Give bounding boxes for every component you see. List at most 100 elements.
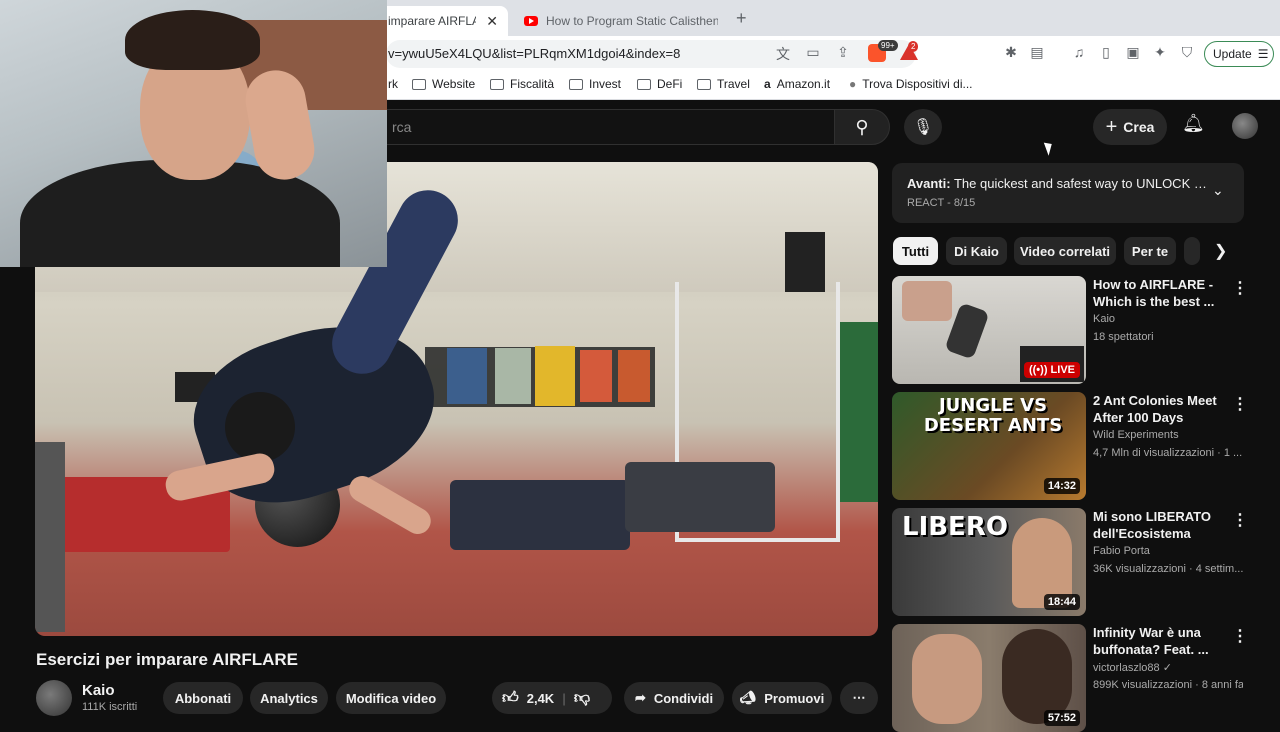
recommendation-title[interactable]: Infinity War è una buffonata? Feat. ... bbox=[1093, 624, 1229, 658]
kebab-menu-icon[interactable]: ⋮ bbox=[1232, 278, 1248, 298]
share-button[interactable]: ➦ Condividi bbox=[624, 682, 724, 714]
folder-icon bbox=[490, 78, 504, 90]
update-label: Update bbox=[1213, 47, 1252, 61]
bookmark-label: Website bbox=[432, 77, 476, 91]
recommendation-title[interactable]: 2 Ant Colonies Meet After 100 Days (1,00… bbox=[1093, 392, 1229, 426]
recommendation-item[interactable]: LIBERO 18:44 Mi sono LIBERATO dell'Ecosi… bbox=[892, 508, 1252, 616]
video-thumbnail[interactable]: 57:52 bbox=[892, 624, 1086, 732]
subscriber-count: 111K iscritti bbox=[82, 701, 138, 713]
recommendation-channel[interactable]: victorlaszlo88 ✓ bbox=[1093, 661, 1172, 674]
microphone-icon: 🎙 bbox=[912, 119, 934, 136]
extensions-icon[interactable]: ✱ bbox=[1002, 44, 1020, 61]
recommendation-item[interactable]: JUNGLE VS DESERT ANTS 14:32 2 Ant Coloni… bbox=[892, 392, 1252, 500]
reader-icon[interactable]: ▤ bbox=[1028, 44, 1046, 61]
recommendation-channel[interactable]: Fabio Porta bbox=[1093, 545, 1150, 557]
video-thumbnail[interactable]: JUNGLE VS DESERT ANTS 14:32 bbox=[892, 392, 1086, 500]
video-thumbnail[interactable]: LIBERO 18:44 bbox=[892, 508, 1086, 616]
kebab-menu-icon[interactable]: ⋮ bbox=[1232, 626, 1248, 646]
folder-icon bbox=[697, 78, 711, 90]
hanging-clothes bbox=[840, 322, 878, 502]
recommendation-item[interactable]: 57:52 Infinity War è una buffonata? Feat… bbox=[892, 624, 1252, 732]
like-icon[interactable]: 👍︎ bbox=[502, 689, 519, 708]
chip-from-kaio[interactable]: Di Kaio bbox=[946, 237, 1007, 265]
person-arm-right bbox=[344, 471, 436, 539]
tab-title: imparare AIRFLAR bbox=[388, 14, 477, 28]
cast-icon[interactable]: ▭ bbox=[804, 44, 822, 61]
like-count[interactable]: 2,4K bbox=[527, 691, 554, 706]
chip-for-you[interactable]: Per te bbox=[1124, 237, 1176, 265]
kebab-menu-icon[interactable]: ⋮ bbox=[1232, 510, 1248, 530]
bookmark-folder-invest[interactable]: Invest bbox=[569, 77, 621, 91]
dislike-icon[interactable]: 👎︎ bbox=[574, 689, 590, 708]
kebab-menu-icon[interactable]: ⋮ bbox=[1232, 394, 1248, 414]
share-arrow-icon: ➦ bbox=[634, 690, 646, 705]
webcam-overlay bbox=[0, 0, 387, 267]
tab-other[interactable]: How to Program Static Calisthenic bbox=[514, 6, 728, 36]
folder-icon bbox=[637, 78, 651, 90]
close-tab-icon[interactable]: ✕ bbox=[486, 13, 498, 30]
recommendation-channel[interactable]: Wild Experiments bbox=[1093, 429, 1179, 441]
up-next-label: Avanti: bbox=[907, 176, 951, 191]
edit-video-button[interactable]: Modifica video bbox=[336, 682, 446, 714]
menu-icon: ☰ bbox=[1257, 47, 1269, 61]
folder-icon bbox=[412, 78, 426, 90]
search-icon: ⚲ bbox=[855, 116, 869, 137]
chip-all[interactable]: Tutti bbox=[893, 237, 938, 265]
create-button[interactable]: + Crea bbox=[1093, 109, 1167, 145]
wallet-icon[interactable]: ▣ bbox=[1124, 44, 1142, 61]
bookmark-folder-fiscalita[interactable]: Fiscalità bbox=[490, 77, 554, 91]
poster bbox=[535, 346, 575, 406]
playlist-up-next[interactable] bbox=[892, 163, 1244, 223]
video-title: Esercizi per imparare AIRFLARE bbox=[36, 650, 299, 669]
subscribe-button[interactable]: Abbonati bbox=[163, 682, 243, 714]
sofa-bed bbox=[625, 462, 775, 532]
bookmark-label: Fiscalità bbox=[510, 77, 555, 91]
notifications-bell-icon[interactable]: 🔔︎ bbox=[1182, 113, 1205, 134]
bookmark-label: rk bbox=[388, 77, 398, 91]
chip-related[interactable]: Video correlati bbox=[1014, 237, 1116, 265]
account-avatar[interactable] bbox=[1232, 113, 1258, 139]
translate-icon[interactable]: 文 bbox=[774, 44, 792, 64]
sidebar-icon[interactable]: ▯ bbox=[1097, 44, 1115, 61]
music-icon[interactable]: ♫ bbox=[1070, 44, 1088, 60]
new-tab-button[interactable]: + bbox=[736, 8, 747, 29]
voice-search-button[interactable]: 🎙 bbox=[904, 109, 942, 145]
channel-name[interactable]: Kaio bbox=[82, 682, 115, 699]
video-thumbnail[interactable]: ((•)) LIVE bbox=[892, 276, 1086, 384]
poster bbox=[580, 350, 612, 402]
bookmark-folder-travel[interactable]: Travel bbox=[697, 77, 750, 91]
search-input[interactable] bbox=[360, 109, 834, 145]
recommendation-channel[interactable]: Kaio bbox=[1093, 313, 1115, 325]
divider: | bbox=[562, 690, 566, 706]
tab-title: How to Program Static Calisthenic bbox=[546, 14, 718, 28]
chevron-right-icon[interactable]: ❯ bbox=[1214, 241, 1227, 261]
poster bbox=[618, 350, 650, 402]
leo-ai-icon[interactable]: ✦ bbox=[1151, 44, 1169, 61]
shields-count-badge: 99+ bbox=[878, 40, 898, 51]
tab-current[interactable]: imparare AIRFLAR ✕ bbox=[378, 6, 508, 36]
bookmark-folder-website[interactable]: Website bbox=[412, 77, 475, 91]
bookmark-item[interactable]: rk bbox=[388, 77, 398, 91]
analytics-button[interactable]: Analytics bbox=[250, 682, 328, 714]
bookmark-amazon[interactable]: a Amazon.it bbox=[764, 77, 830, 91]
search-button[interactable]: ⚲ bbox=[834, 109, 890, 145]
chevron-down-icon[interactable]: ⌄ bbox=[1212, 182, 1224, 199]
up-next-line: Avanti: The quickest and safest way to U… bbox=[907, 176, 1207, 191]
promote-label: Promuovi bbox=[764, 690, 825, 706]
youtube-favicon-icon bbox=[524, 16, 538, 26]
update-button[interactable]: Update ☰ bbox=[1204, 41, 1274, 67]
channel-avatar[interactable] bbox=[36, 680, 72, 716]
recommendation-title[interactable]: How to AIRFLARE - Which is the best ... bbox=[1093, 276, 1229, 310]
live-badge: ((•)) LIVE bbox=[1023, 362, 1080, 378]
recommendation-item[interactable]: ((•)) LIVE How to AIRFLARE - Which is th… bbox=[892, 276, 1252, 384]
recommendation-meta: 18 spettatori bbox=[1093, 331, 1154, 343]
bookmark-folder-defi[interactable]: DeFi bbox=[637, 77, 682, 91]
more-actions-button[interactable]: ⋯ bbox=[840, 682, 878, 714]
recommendation-title[interactable]: Mi sono LIBERATO dell'Ecosistema Appl... bbox=[1093, 508, 1229, 542]
bookmark-find-devices[interactable]: ● Trova Dispositivi di... bbox=[849, 77, 973, 91]
promote-button[interactable]: 📣︎ Promuovi bbox=[732, 682, 832, 714]
vpn-icon[interactable]: ⛉ bbox=[1178, 44, 1196, 61]
share-icon[interactable]: ⇪ bbox=[834, 44, 852, 61]
chip-partial[interactable] bbox=[1184, 237, 1200, 265]
bookmark-label: Invest bbox=[589, 77, 622, 91]
